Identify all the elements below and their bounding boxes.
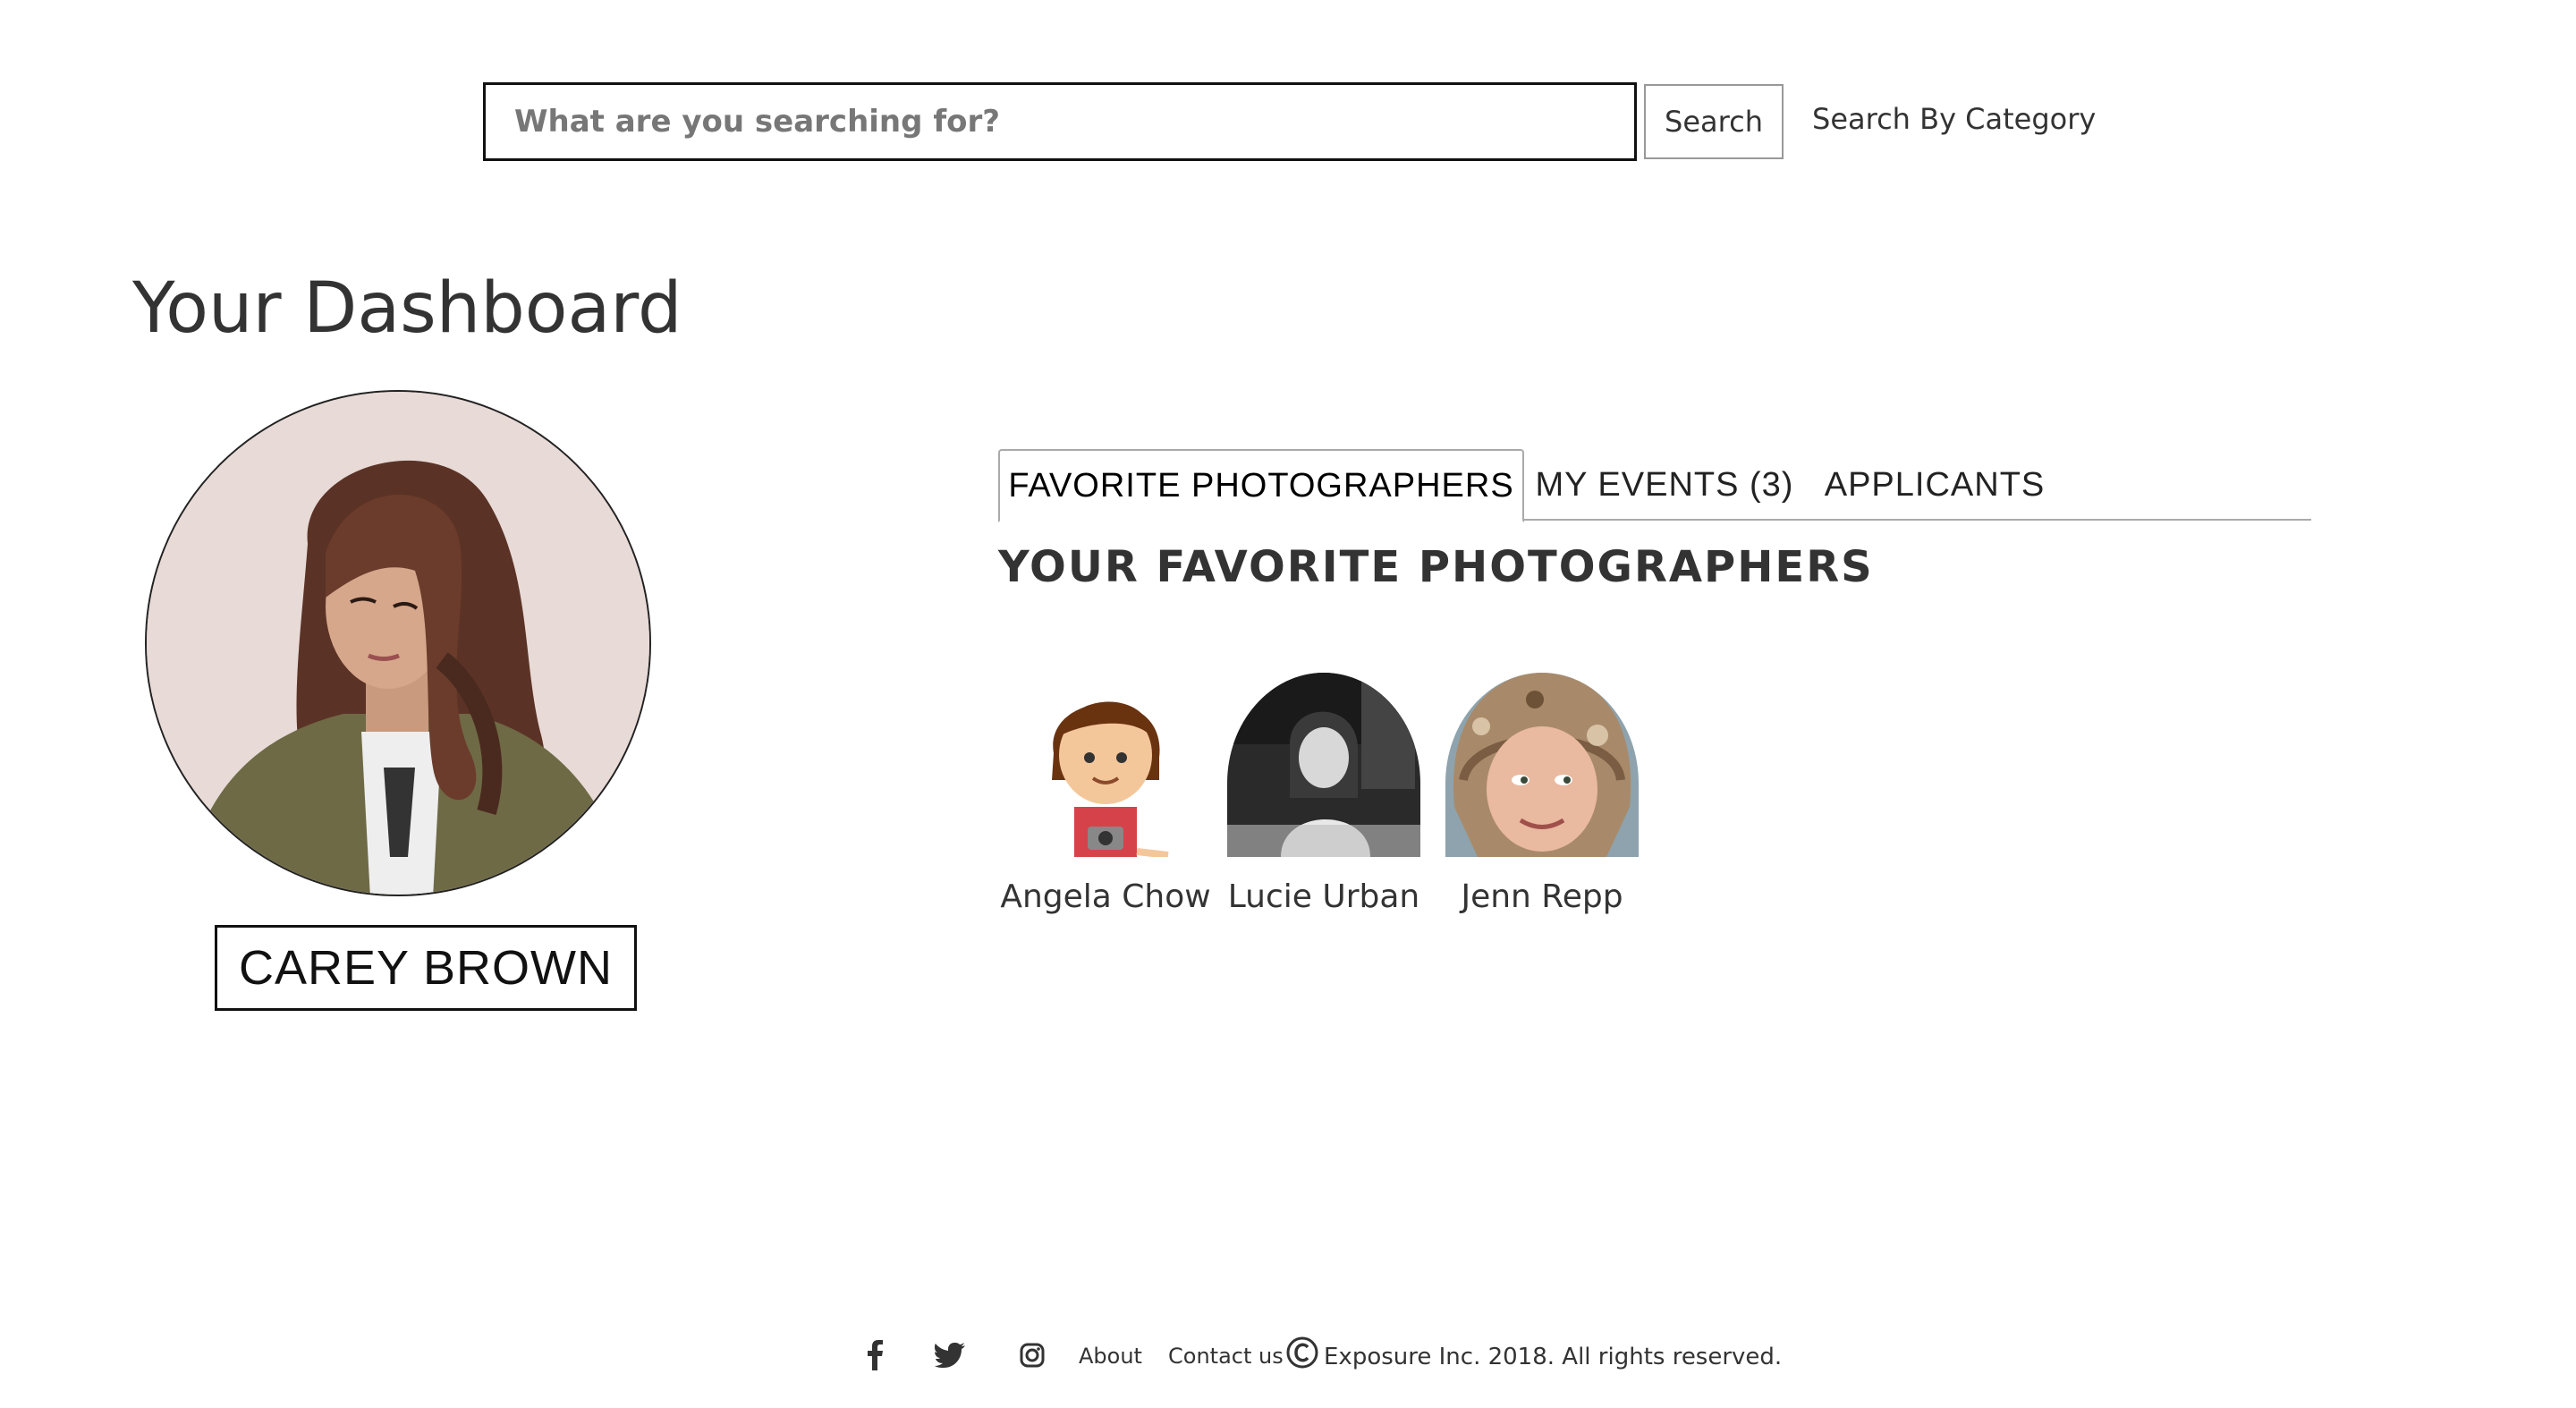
favorite-photographer-card[interactable]: Angela Chow bbox=[998, 673, 1213, 923]
section-heading: YOUR FAVORITE PHOTOGRAPHERS bbox=[998, 542, 1874, 592]
favorite-photographer-card[interactable]: Jenn Repp bbox=[1435, 673, 1649, 923]
twitter-icon[interactable] bbox=[930, 1333, 970, 1378]
dashboard-tabs: FAVORITE PHOTOGRAPHERS MY EVENTS (3) APP… bbox=[998, 449, 2311, 522]
search-button[interactable]: Search bbox=[1644, 84, 1784, 159]
page-title: Your Dashboard bbox=[132, 268, 682, 349]
tab-applicants[interactable]: APPLICANTS bbox=[1814, 449, 2055, 521]
footer-contact-link[interactable]: Contact us bbox=[1168, 1344, 1284, 1369]
search-bar: Search Search By Category bbox=[483, 82, 2182, 161]
favorite-photographer-name: Angela Chow bbox=[1000, 878, 1211, 915]
footer: About Contact us Exposure Inc. 2018. All… bbox=[855, 1333, 1839, 1387]
search-by-category-link[interactable]: Search By Category bbox=[1812, 102, 2096, 136]
favorite-photographer-card[interactable]: Lucie Urban bbox=[1216, 673, 1431, 923]
user-photo-avatar bbox=[147, 392, 649, 895]
facebook-icon[interactable] bbox=[855, 1333, 894, 1378]
cartoon-photographer-avatar bbox=[1034, 673, 1186, 857]
profile-avatar bbox=[145, 390, 651, 896]
bw-portrait-avatar bbox=[1227, 673, 1420, 857]
favorite-photographer-name: Lucie Urban bbox=[1227, 878, 1420, 915]
favorite-photographer-name: Jenn Repp bbox=[1461, 878, 1623, 915]
user-name: CAREY BROWN bbox=[215, 925, 637, 1011]
copyright-icon bbox=[1286, 1336, 1318, 1369]
copyright-text: Exposure Inc. 2018. All rights reserved. bbox=[1324, 1344, 1783, 1370]
search-input[interactable] bbox=[483, 82, 1637, 161]
tab-favorite-photographers[interactable]: FAVORITE PHOTOGRAPHERS bbox=[998, 449, 1524, 522]
footer-about-link[interactable]: About bbox=[1079, 1344, 1142, 1369]
fur-hat-portrait-avatar bbox=[1445, 673, 1639, 857]
tab-my-events[interactable]: MY EVENTS (3) bbox=[1535, 449, 1794, 521]
instagram-icon[interactable] bbox=[1013, 1333, 1052, 1378]
